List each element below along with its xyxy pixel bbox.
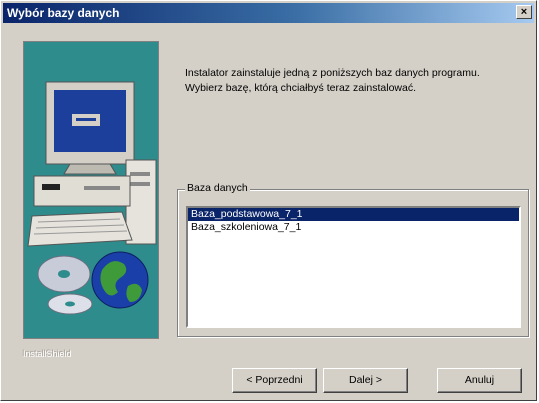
instruction-line-2: Wybierz bazę, którą chciałbyś teraz zain… [185, 82, 416, 94]
back-button[interactable]: < Poprzedni [232, 368, 317, 393]
window-title: Wybór bazy danych [7, 6, 120, 20]
list-item-baza-szkoleniowa[interactable]: Baza_szkoleniowa_7_1 [188, 221, 519, 234]
setup-window: Wybór bazy danych × Instalator zainstalu… [0, 0, 537, 401]
close-icon: × [520, 6, 528, 18]
database-groupbox: Baza danych Baza_podstawowa_7_1 Baza_szk… [177, 182, 529, 337]
setup-illustration [23, 41, 159, 339]
next-button[interactable]: Dalej > [323, 368, 408, 393]
group-label: Baza danych [185, 182, 250, 194]
title-bar: Wybór bazy danych × [3, 3, 534, 23]
instruction-text: Instalator zainstaluje jedną z poniższyc… [185, 66, 530, 96]
computer-illustration-icon [27, 81, 157, 315]
close-button[interactable]: × [516, 5, 532, 19]
brand-label: InstallShield [23, 349, 72, 359]
cancel-button[interactable]: Anuluj [437, 368, 522, 393]
instruction-line-1: Instalator zainstaluje jedną z poniższyc… [185, 67, 480, 79]
database-listbox[interactable]: Baza_podstawowa_7_1 Baza_szkoleniowa_7_1 [186, 206, 521, 328]
list-item-baza-podstawowa[interactable]: Baza_podstawowa_7_1 [188, 208, 519, 221]
